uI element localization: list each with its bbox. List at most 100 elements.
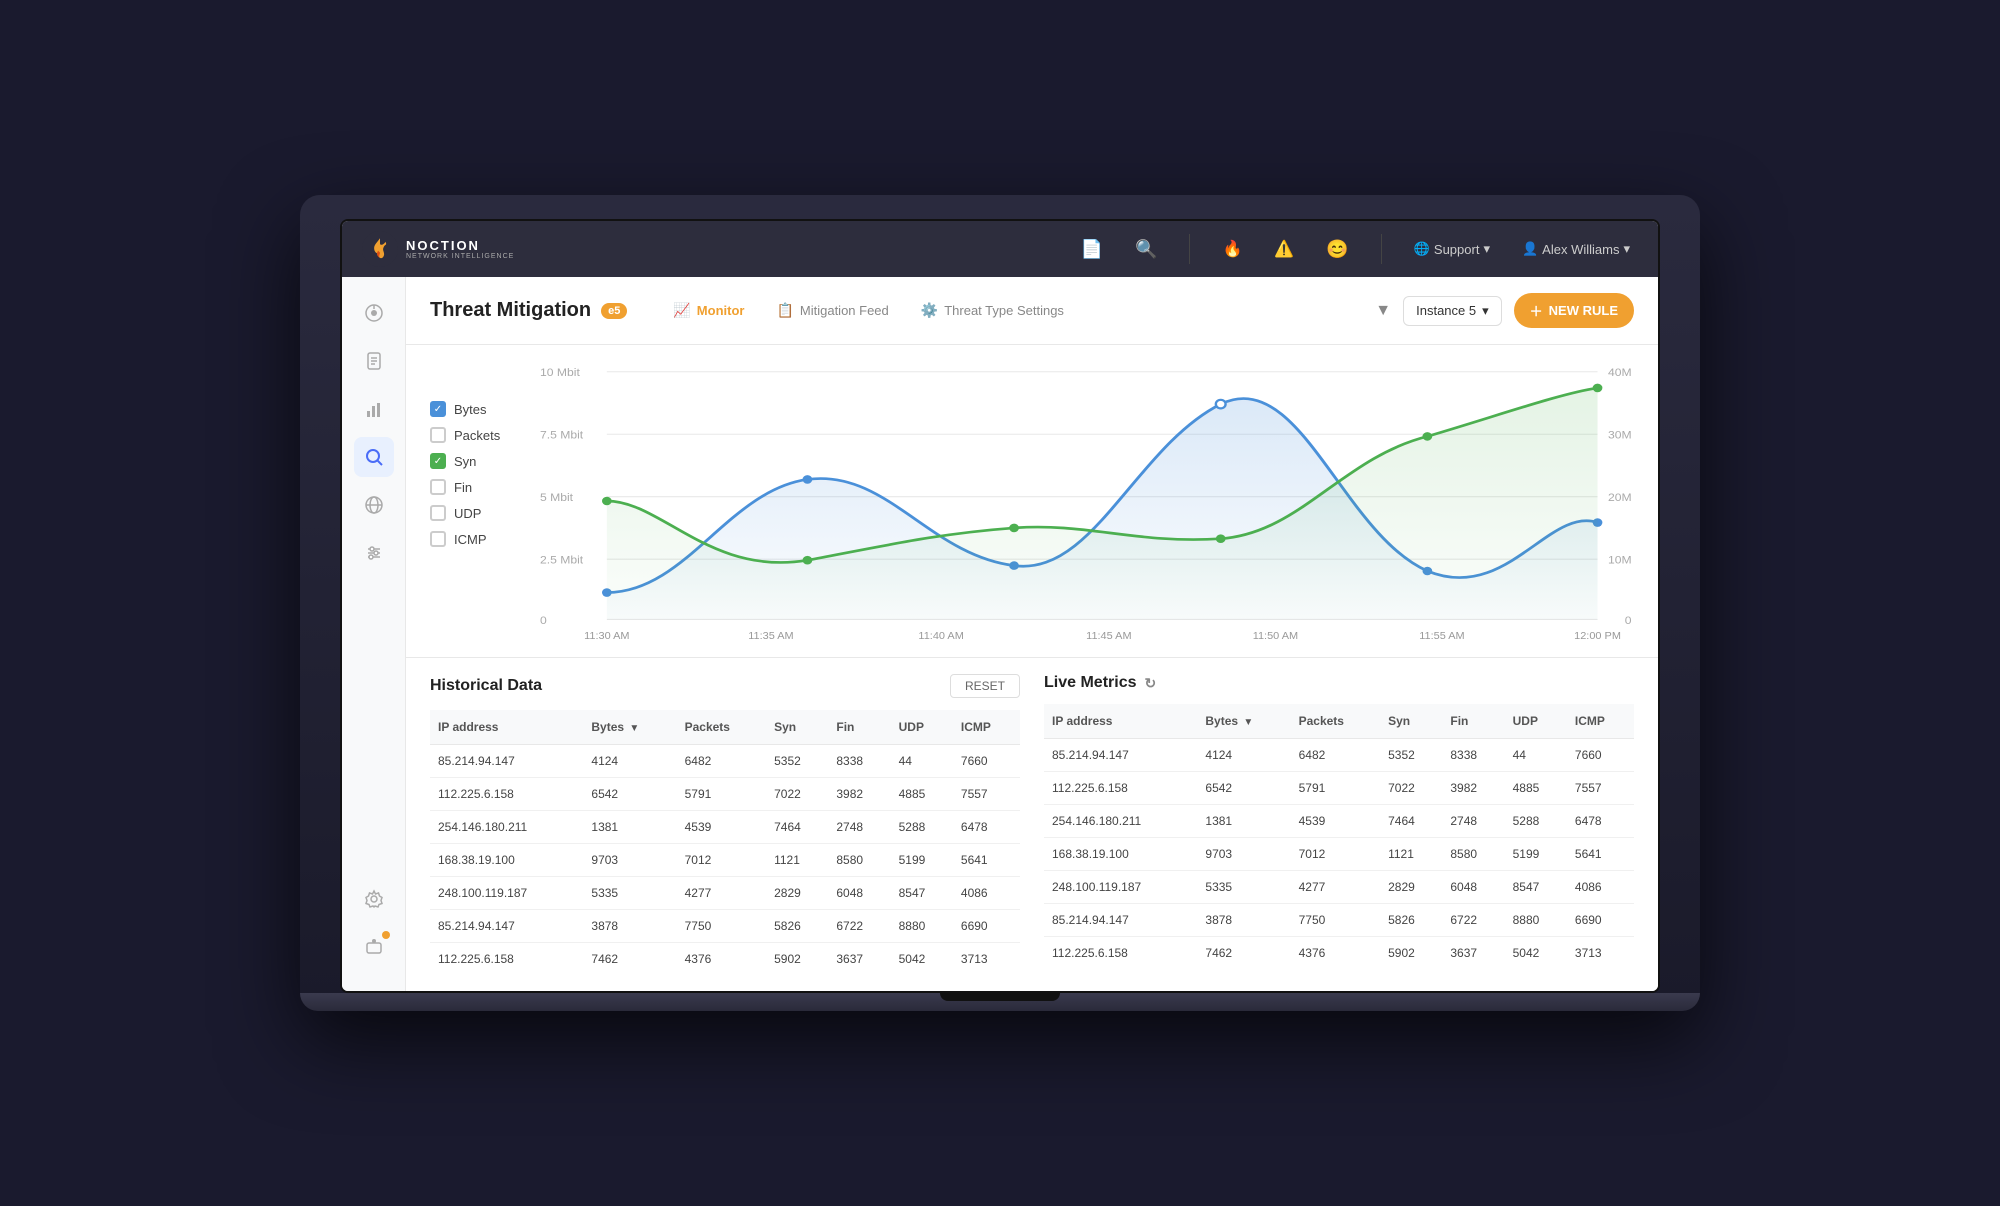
syn-checkbox[interactable]: ✓ <box>430 453 446 469</box>
table-cell: 7660 <box>953 745 1020 778</box>
table-cell: 5352 <box>766 745 828 778</box>
support-globe-icon: 🌐 <box>1414 241 1430 257</box>
table-row: 254.146.180.211138145397464274852886478 <box>1044 805 1634 838</box>
svg-text:11:40 AM: 11:40 AM <box>918 631 963 641</box>
table-cell: 8880 <box>891 910 953 943</box>
legend-bytes[interactable]: ✓ Bytes <box>430 401 520 417</box>
smiley-icon[interactable]: 😊 <box>1318 235 1356 264</box>
col-packets[interactable]: Packets <box>677 710 766 745</box>
table-cell: 3982 <box>828 778 890 811</box>
instance-select[interactable]: Instance 5 ▾ <box>1403 296 1502 326</box>
table-row: 168.38.19.100970370121121858051995641 <box>430 844 1020 877</box>
sidebar-item-settings[interactable] <box>354 879 394 919</box>
user-menu[interactable]: 👤 Alex Williams ▾ <box>1514 237 1638 261</box>
table-cell: 9703 <box>1197 838 1290 871</box>
col-icmp[interactable]: ICMP <box>953 710 1020 745</box>
search-icon[interactable]: 🔍 <box>1127 235 1165 264</box>
table-cell: 1381 <box>583 811 676 844</box>
packets-checkbox[interactable] <box>430 427 446 443</box>
historical-table: IP address Bytes ▼ Packets Syn Fin UDP I… <box>430 710 1020 975</box>
table-cell: 2748 <box>1442 805 1504 838</box>
col-bytes[interactable]: Bytes ▼ <box>583 710 676 745</box>
warning-icon[interactable]: ⚠️ <box>1266 235 1302 263</box>
historical-thead: IP address Bytes ▼ Packets Syn Fin UDP I… <box>430 710 1020 745</box>
table-cell: 248.100.119.187 <box>1044 871 1197 904</box>
table-cell: 85.214.94.147 <box>430 745 583 778</box>
table-cell: 6482 <box>1291 739 1380 772</box>
table-cell: 9703 <box>583 844 676 877</box>
header-right: ▼ Instance 5 ▾ ＋ NEW RULE <box>1375 293 1634 328</box>
support-menu[interactable]: 🌐 Support ▾ <box>1406 237 1498 261</box>
table-cell: 112.225.6.158 <box>1044 772 1197 805</box>
table-cell: 1121 <box>1380 838 1442 871</box>
sidebar-item-tuning[interactable] <box>354 533 394 573</box>
sidebar-item-dashboard[interactable] <box>354 293 394 333</box>
table-cell: 5641 <box>1567 838 1634 871</box>
monitor-icon: 📈 <box>673 302 690 319</box>
nav-divider-2 <box>1381 234 1382 264</box>
table-cell: 8338 <box>1442 739 1504 772</box>
legend-syn[interactable]: ✓ Syn <box>430 453 520 469</box>
tab-threat-type-settings[interactable]: ⚙️ Threat Type Settings <box>907 296 1078 325</box>
table-cell: 7660 <box>1567 739 1634 772</box>
col-syn[interactable]: Syn <box>766 710 828 745</box>
sidebar-item-global[interactable] <box>354 485 394 525</box>
table-cell: 8880 <box>1505 904 1567 937</box>
filter-icon[interactable]: ▼ <box>1375 302 1391 320</box>
table-cell: 5352 <box>1380 739 1442 772</box>
fin-checkbox[interactable] <box>430 479 446 495</box>
table-cell: 8547 <box>1505 871 1567 904</box>
table-cell: 3713 <box>953 943 1020 976</box>
legend-fin[interactable]: Fin <box>430 479 520 495</box>
table-cell: 8547 <box>891 877 953 910</box>
reset-button[interactable]: RESET <box>950 674 1020 698</box>
col-udp[interactable]: UDP <box>891 710 953 745</box>
col-fin[interactable]: Fin <box>828 710 890 745</box>
laptop-frame: NOCTION NETWORK INTELLIGENCE 📄 🔍 🔥 ⚠️ 😊 … <box>300 195 1700 1011</box>
flame-alert-icon[interactable]: 🔥 <box>1214 235 1250 263</box>
tab-mitigation-feed[interactable]: 📋 Mitigation Feed <box>762 296 902 325</box>
table-row: 248.100.119.187533542772829604885474086 <box>1044 871 1634 904</box>
lm-col-fin[interactable]: Fin <box>1442 704 1504 739</box>
legend-packets[interactable]: Packets <box>430 427 520 443</box>
icmp-checkbox[interactable] <box>430 531 446 547</box>
sidebar-item-threat[interactable] <box>354 437 394 477</box>
table-cell: 6048 <box>828 877 890 910</box>
table-cell: 5335 <box>583 877 676 910</box>
fin-label: Fin <box>454 480 472 495</box>
sidebar-item-analytics[interactable] <box>354 389 394 429</box>
lm-col-packets[interactable]: Packets <box>1291 704 1380 739</box>
bytes-checkbox[interactable]: ✓ <box>430 401 446 417</box>
col-ip-address[interactable]: IP address <box>430 710 583 745</box>
nav-divider <box>1189 234 1190 264</box>
document-icon[interactable]: 📄 <box>1073 235 1111 264</box>
lm-col-bytes[interactable]: Bytes ▼ <box>1197 704 1290 739</box>
table-cell: 4277 <box>1291 871 1380 904</box>
tab-feed-label: Mitigation Feed <box>800 303 889 318</box>
table-row: 85.214.94.147387877505826672288806690 <box>430 910 1020 943</box>
refresh-icon[interactable]: ↻ <box>1144 675 1156 692</box>
lm-col-icmp[interactable]: ICMP <box>1567 704 1634 739</box>
lm-col-ip[interactable]: IP address <box>1044 704 1197 739</box>
lm-col-udp[interactable]: UDP <box>1505 704 1567 739</box>
table-cell: 7462 <box>583 943 676 976</box>
table-cell: 4086 <box>1567 871 1634 904</box>
historical-data-container: Historical Data RESET IP address Bytes ▼… <box>430 674 1020 975</box>
table-cell: 3878 <box>1197 904 1290 937</box>
new-rule-button[interactable]: ＋ NEW RULE <box>1514 293 1634 328</box>
live-metrics-container: Live Metrics ↻ IP address Bytes ▼ Packet… <box>1044 674 1634 975</box>
laptop-notch <box>940 993 1060 1001</box>
sidebar-item-notifications[interactable] <box>354 927 394 967</box>
tab-monitor[interactable]: 📈 Monitor <box>659 296 758 325</box>
lm-col-syn[interactable]: Syn <box>1380 704 1442 739</box>
legend-udp[interactable]: UDP <box>430 505 520 521</box>
settings-gear-icon: ⚙️ <box>921 302 938 319</box>
udp-checkbox[interactable] <box>430 505 446 521</box>
svg-text:30M: 30M <box>1608 430 1632 441</box>
sidebar-item-reports[interactable] <box>354 341 394 381</box>
legend-icmp[interactable]: ICMP <box>430 531 520 547</box>
table-cell: 7022 <box>1380 772 1442 805</box>
laptop-screen: NOCTION NETWORK INTELLIGENCE 📄 🔍 🔥 ⚠️ 😊 … <box>340 219 1660 993</box>
table-cell: 254.146.180.211 <box>1044 805 1197 838</box>
svg-text:11:55 AM: 11:55 AM <box>1419 631 1464 641</box>
